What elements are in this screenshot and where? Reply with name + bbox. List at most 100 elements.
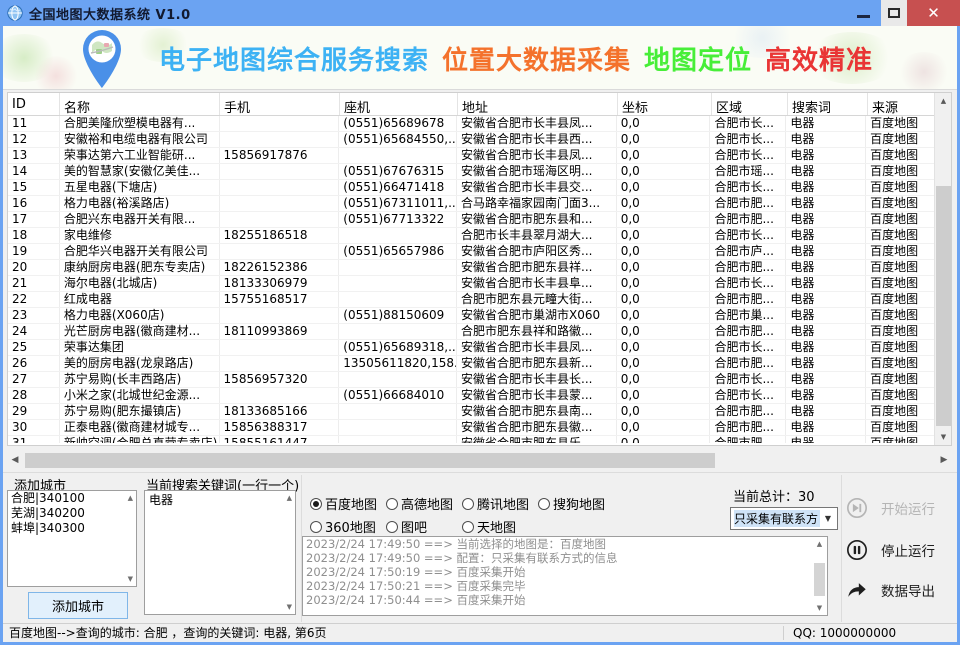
add-city-button[interactable]: 添加城市 [28,592,128,619]
table-cell: 16 [8,196,60,211]
table-row[interactable]: 23格力电器(X060店)(0551)88150609安徽省合肥市巢湖市X060… [8,308,934,324]
column-header: 搜索词 [788,93,868,115]
scroll-down-icon[interactable]: ▼ [813,604,826,612]
radio-tianditu-map[interactable]: 天地图 [462,517,538,536]
table-row[interactable]: 30正泰电器(徽商建材城专...15856388317安徽省合肥市肥东县徽...… [8,420,934,436]
minimize-button[interactable] [846,0,881,26]
table-cell: 22 [8,292,60,307]
table-vertical-scrollbar[interactable]: ▲ ▼ [934,93,951,445]
table-row[interactable]: 13荣事达第六工业智能研...15856917876安徽省合肥市长丰县凤...0… [8,148,934,164]
table-cell: 电器 [786,372,866,387]
scroll-up-icon[interactable]: ▲ [287,494,292,502]
table-cell [220,388,340,403]
radio-tencent-map[interactable]: 腾讯地图 [462,494,538,513]
total-label: 当前总计： [733,490,798,505]
table-row[interactable]: 16格力电器(裕溪路店)(0551)67311011,...合马路幸福家园南门面… [8,196,934,212]
scroll-down-icon[interactable]: ▼ [128,575,133,583]
log-scroll-thumb[interactable] [814,563,825,596]
table-cell: (0551)66471418 [339,180,457,195]
table-cell: 15 [8,180,60,195]
table-cell: 15856388317 [220,420,340,435]
table-cell: 安徽省合肥市肥东县乐... [457,436,617,443]
table-cell: 0,0 [617,132,711,147]
table-cell: 0,0 [617,436,711,443]
vertical-scroll-thumb[interactable] [936,186,951,426]
table-cell: 0,0 [617,180,711,195]
radio-circle-icon [462,498,474,510]
table-cell: 美的智慧家(安徽亿美佳... [60,164,220,179]
table-cell: 18226152386 [220,260,340,275]
table-cell: 合肥市长... [710,388,786,403]
table-horizontal-scrollbar[interactable]: ◀ ▶ [7,452,952,469]
table-row[interactable]: 22红成电器15755168517合肥市肥东县元疃大街...0,0合肥市肥...… [8,292,934,308]
table-row[interactable]: 17合肥兴东电器开关有限...(0551)67713322安徽省合肥市肥东县和.… [8,212,934,228]
scroll-left-icon[interactable]: ◀ [7,452,23,469]
radio-gaode-map[interactable]: 高德地图 [386,494,462,513]
table-cell: 康纳厨房电器(肥东专卖店) [60,260,220,275]
collect-mode-value: 只采集有联系方 [734,510,820,527]
table-cell: 电器 [786,164,866,179]
banner-slogan: 位置大数据采集 [442,40,631,77]
table-cell [220,212,340,227]
table-row[interactable]: 26美的厨房电器(龙泉路店)13505611820,158...安徽省合肥市肥东… [8,356,934,372]
table-row[interactable]: 20康纳厨房电器(肥东专卖店)18226152386安徽省合肥市肥东县祥...0… [8,260,934,276]
pause-icon [846,539,868,561]
keywords-input[interactable]: 电器 ▲ ▼ [144,490,296,615]
close-button[interactable]: ✕ [907,0,960,26]
table-cell: 百度地图 [866,436,934,443]
scroll-down-icon[interactable]: ▼ [935,429,952,445]
log-area[interactable]: 2023/2/24 17:49:50 ==> 当前选择的地图是：百度地图 2023… [302,536,828,616]
scroll-down-icon[interactable]: ▼ [287,603,292,611]
stop-run-button[interactable]: 停止运行 [846,537,954,563]
table-cell: 合肥市巢... [710,308,786,323]
table-cell: 电器 [786,356,866,371]
scroll-up-icon[interactable]: ▲ [813,540,826,548]
maximize-button[interactable] [881,0,907,26]
horizontal-scroll-thumb[interactable] [25,453,715,468]
start-run-button[interactable]: 开始运行 [846,495,954,521]
log-line: 2023/2/24 17:49:50 ==> 当前选择的地图是：百度地图 [303,537,827,551]
table-cell: 安徽省合肥市肥东县南... [457,404,617,419]
table-row[interactable]: 31新帅空调(合肥总直营专卖店)15855161447安徽省合肥市肥东县乐...… [8,436,934,443]
minimize-icon [857,15,870,18]
table-row[interactable]: 14美的智慧家(安徽亿美佳...(0551)67676315安徽省合肥市瑶海区明… [8,164,934,180]
table-cell: 电器 [786,420,866,435]
table-row[interactable]: 12安徽裕和电缆电器有限公司(0551)65684550,...安徽省合肥市长丰… [8,132,934,148]
table-cell: 19 [8,244,60,259]
table-row[interactable]: 24光芒厨房电器(徽商建材...18110993869合肥市肥东县祥和路徽...… [8,324,934,340]
collect-mode-select[interactable]: 只采集有联系方 ▼ [730,507,838,530]
table-cell: 安徽省合肥市庐阳区秀... [457,244,617,259]
table-cell: 15855161447 [220,436,340,443]
table-cell [339,420,457,435]
scroll-up-icon[interactable]: ▲ [128,494,133,502]
scroll-right-icon[interactable]: ▶ [936,452,952,469]
table-cell: 合肥市肥... [710,292,786,307]
table-row[interactable]: 11合肥美隆欣塑模电器有...(0551)65689678安徽省合肥市长丰县凤.… [8,116,934,132]
data-export-button[interactable]: 数据导出 [846,577,954,603]
radio-sogou-map[interactable]: 搜狗地图 [538,494,614,513]
table-cell: (0551)65657986 [339,244,457,259]
table-row[interactable]: 18家电维修18255186518合肥市长丰县翠月湖大...0,0合肥市长...… [8,228,934,244]
table-cell: 15856917876 [220,148,340,163]
table-cell: 合马路幸福家园南门面3... [457,196,617,211]
table-row[interactable]: 29苏宁易购(肥东撮镇店)18133685166安徽省合肥市肥东县南...0,0… [8,404,934,420]
radio-360-map[interactable]: 360地图 [310,517,386,536]
table-cell [220,164,340,179]
table-cell: 合肥市肥... [710,356,786,371]
table-row[interactable]: 28小米之家(北城世纪金源...(0551)66684010安徽省合肥市长丰县蒙… [8,388,934,404]
table-cell: 27 [8,372,60,387]
table-row[interactable]: 21海尔电器(北城店)18133306979安徽省合肥市长丰县阜...0,0合肥… [8,276,934,292]
table-row[interactable]: 27苏宁易购(长丰西路店)15856957320安徽省合肥市长丰县长...0,0… [8,372,934,388]
table-row[interactable]: 19合肥华兴电器开关有限公司(0551)65657986安徽省合肥市庐阳区秀..… [8,244,934,260]
table-cell: (0551)66684010 [339,388,457,403]
log-line: 2023/2/24 17:50:21 ==> 百度采集完毕 [303,579,827,593]
table-row[interactable]: 15五星电器(下塘店)(0551)66471418安徽省合肥市长丰县交...0,… [8,180,934,196]
table-cell: 荣事达第六工业智能研... [60,148,220,163]
table-row[interactable]: 25荣事达集团(0551)65689318,...安徽省合肥市长丰县凤...0,… [8,340,934,356]
radio-mapbar-map[interactable]: 图吧 [386,517,462,536]
scroll-up-icon[interactable]: ▲ [935,93,952,109]
table-cell: 安徽省合肥市长丰县凤... [457,116,617,131]
log-scrollbar[interactable]: ▲ ▼ [812,537,827,615]
radio-baidu-map[interactable]: 百度地图 [310,494,386,513]
city-list[interactable]: 合肥|340100芜湖|340200蚌埠|340300 ▲ ▼ [7,490,137,587]
